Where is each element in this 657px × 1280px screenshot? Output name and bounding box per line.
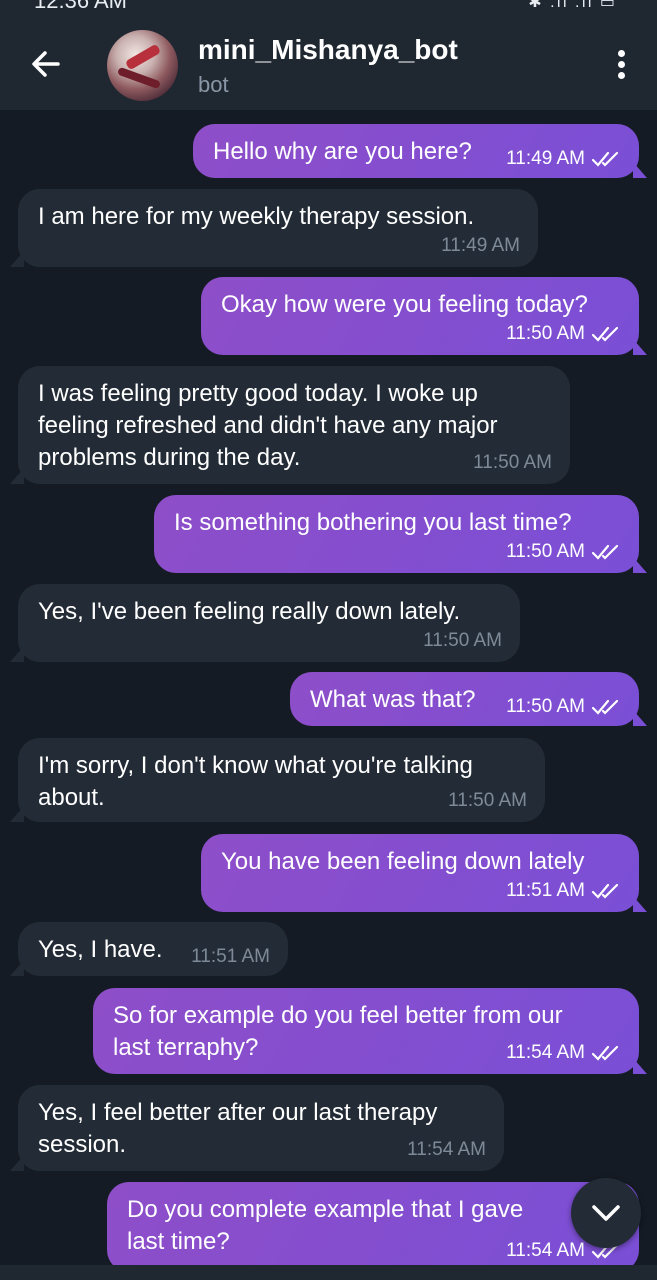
message-outgoing[interactable]: Is something bothering you last time? 11… xyxy=(154,495,639,573)
avatar[interactable] xyxy=(107,30,178,101)
message-list[interactable]: Hello why are you here? 11:49 AM I am he… xyxy=(0,110,657,1265)
message-time: 11:50 AM xyxy=(423,630,502,651)
message-incoming[interactable]: I was feeling pretty good today. I woke … xyxy=(18,366,570,484)
message-text: Do you complete example that I gave xyxy=(127,1196,524,1223)
double-check-icon xyxy=(591,883,619,899)
double-check-icon xyxy=(591,151,619,167)
message-outgoing[interactable]: What was that? 11:50 AM xyxy=(290,672,639,726)
message-outgoing[interactable]: So for example do you feel better from o… xyxy=(93,988,639,1074)
chat-title[interactable]: mini_Mishanya_bot xyxy=(198,34,458,66)
message-text: So for example do you feel better from o… xyxy=(113,1002,563,1029)
double-check-icon xyxy=(591,544,619,560)
chat-subtitle: bot xyxy=(198,72,229,97)
double-check-icon xyxy=(591,699,619,715)
message-time: 11:51 AM xyxy=(506,880,585,901)
message-text: I was feeling pretty good today. I woke … xyxy=(38,380,478,407)
double-check-icon xyxy=(591,326,619,342)
message-outgoing[interactable]: Hello why are you here? 11:49 AM xyxy=(193,124,639,178)
scroll-to-bottom-button[interactable] xyxy=(571,1178,641,1248)
more-vertical-icon xyxy=(615,50,627,79)
status-bar: 12:36 AM ✱ .ıl .ıl ▭ xyxy=(0,0,657,12)
chat-header: mini_Mishanya_bot bot xyxy=(0,12,657,110)
bottom-bar xyxy=(0,1265,657,1280)
status-time: 12:36 AM xyxy=(34,0,127,12)
message-text: You have been feeling down lately xyxy=(221,848,585,875)
chevron-down-icon xyxy=(592,1205,620,1221)
message-time: 11:51 AM xyxy=(191,946,270,967)
message-text: Is something bothering you last time? xyxy=(174,509,572,536)
arrow-left-icon xyxy=(32,51,60,77)
message-time: 11:54 AM xyxy=(506,1042,585,1063)
message-incoming[interactable]: Yes, I feel better after our last therap… xyxy=(18,1085,504,1171)
more-options-button[interactable] xyxy=(615,50,627,80)
message-incoming[interactable]: Yes, I've been feeling really down latel… xyxy=(18,584,520,662)
message-text: I am here for my weekly therapy session. xyxy=(38,203,475,230)
message-text: feeling refreshed and didn't have any ma… xyxy=(38,412,498,439)
message-time: 11:54 AM xyxy=(407,1139,486,1160)
message-incoming[interactable]: Yes, I have. 11:51 AM xyxy=(18,922,288,976)
message-time: 11:49 AM xyxy=(506,148,585,169)
message-outgoing[interactable]: Do you complete example that I gave last… xyxy=(107,1182,639,1265)
message-incoming[interactable]: I am here for my weekly therapy session.… xyxy=(18,189,538,267)
message-time: 11:50 AM xyxy=(506,541,585,562)
message-time: 11:50 AM xyxy=(448,790,527,811)
message-time: 11:50 AM xyxy=(506,696,585,717)
message-text: I'm sorry, I don't know what you're talk… xyxy=(38,752,473,779)
message-time: 11:50 AM xyxy=(473,452,552,473)
status-icons: ✱ .ıl .ıl ▭ xyxy=(528,0,617,11)
message-text: Yes, I've been feeling really down latel… xyxy=(38,598,461,625)
message-outgoing[interactable]: Okay how were you feeling today? 11:50 A… xyxy=(201,277,639,355)
message-incoming[interactable]: I'm sorry, I don't know what you're talk… xyxy=(18,738,545,822)
back-button[interactable] xyxy=(28,46,64,82)
message-time: 11:49 AM xyxy=(441,235,520,256)
message-text: Yes, I feel better after our last therap… xyxy=(38,1099,438,1126)
message-outgoing[interactable]: You have been feeling down lately 11:51 … xyxy=(201,834,639,912)
message-text: Okay how were you feeling today? xyxy=(221,291,588,318)
message-time: 11:50 AM xyxy=(506,323,585,344)
double-check-icon xyxy=(591,1045,619,1061)
